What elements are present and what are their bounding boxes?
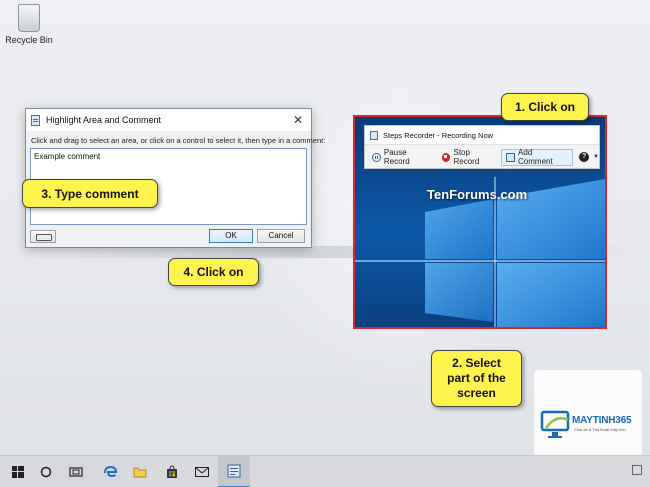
edge-taskbar-button[interactable]	[94, 456, 126, 487]
stop-record-label: Stop Record	[453, 148, 480, 166]
mail-taskbar-button[interactable]	[186, 456, 218, 487]
highlight-comment-dialog: Highlight Area and Comment ✕ Click and d…	[25, 108, 326, 248]
file-explorer-taskbar-button[interactable]	[124, 456, 156, 487]
pause-record-button[interactable]: Pause Record	[368, 148, 438, 166]
keyboard-icon[interactable]	[30, 229, 56, 243]
chevron-down-icon[interactable]: ▼	[593, 154, 599, 160]
callout-step-3: 3. Type comment	[22, 179, 158, 208]
cortana-button[interactable]	[30, 456, 62, 487]
stop-record-button[interactable]: Stop Record	[438, 148, 502, 166]
edge-icon	[104, 465, 117, 478]
steps-recorder-window: Steps Recorder - Recording Now Pause Rec…	[364, 125, 600, 169]
folder-icon	[133, 467, 147, 478]
steps-recorder-titlebar: Steps Recorder - Recording Now	[365, 126, 599, 144]
callout-step-4-text: 4. Click on	[183, 265, 244, 279]
add-comment-label: Add Comment	[518, 148, 553, 166]
monitor-logo-icon	[540, 410, 570, 438]
callout-step-2-line3: screen	[457, 386, 496, 400]
pause-record-label: Pause Record	[383, 148, 410, 166]
pause-icon	[372, 152, 381, 162]
system-tray	[632, 465, 642, 475]
cortana-circle-icon	[40, 466, 52, 478]
recycle-bin[interactable]: Recycle Bin	[4, 4, 54, 45]
help-icon[interactable]: ?	[579, 152, 590, 162]
steps-recorder-title: Steps Recorder - Recording Now	[383, 130, 494, 140]
dialog-footer: OK Cancel	[26, 225, 311, 247]
close-icon[interactable]: ✕	[285, 109, 311, 131]
dialog-instruction: Click and drag to select an area, or cli…	[31, 136, 326, 145]
callout-step-1-text: 1. Click on	[514, 100, 576, 114]
callout-step-2-line2: part of the	[447, 371, 506, 385]
tenforums-watermark: TenForums.com	[427, 187, 528, 202]
mail-icon	[195, 467, 209, 477]
steps-recorder-taskbar-icon	[227, 464, 241, 478]
store-taskbar-button[interactable]	[156, 456, 188, 487]
dialog-title: Highlight Area and Comment	[46, 115, 162, 125]
recycle-bin-icon	[18, 4, 40, 32]
stop-icon	[441, 152, 451, 162]
ok-button[interactable]: OK	[209, 229, 253, 243]
windows-start-icon	[12, 466, 24, 478]
store-bag-icon	[167, 465, 177, 478]
task-view-icon	[69, 467, 83, 477]
steps-recorder-taskbar-button[interactable]	[218, 456, 250, 487]
notification-icon[interactable]	[632, 465, 642, 475]
cancel-button[interactable]: Cancel	[257, 229, 305, 243]
steps-recorder-toolbar: Pause Record Stop Record Add Comment ? ▼	[365, 144, 599, 169]
callout-step-3-text: 3. Type comment	[41, 186, 139, 201]
logo-name: MAYTINH365	[572, 415, 632, 426]
taskbar	[0, 455, 650, 487]
callout-step-4: 4. Click on	[168, 258, 259, 286]
task-view-button[interactable]	[60, 456, 92, 487]
add-comment-button[interactable]: Add Comment	[501, 148, 574, 166]
selected-screen-region[interactable]: Steps Recorder - Recording Now Pause Rec…	[353, 115, 607, 329]
callout-step-2: 2. Select part of the screen	[431, 350, 522, 407]
steps-recorder-icon	[370, 130, 378, 140]
callout-step-1: 1. Click on	[501, 93, 589, 121]
maytinh365-logo: MAYTINH365 Chia sẻ & Thủ thuật Máy tính	[534, 370, 642, 466]
callout-step-2-line1: 2. Select	[452, 356, 501, 370]
comment-icon	[506, 152, 516, 162]
logo-tagline: Chia sẻ & Thủ thuật Máy tính	[574, 427, 626, 432]
steps-recorder-icon	[31, 114, 40, 126]
dialog-titlebar: Highlight Area and Comment ✕	[26, 109, 311, 131]
recycle-bin-label: Recycle Bin	[5, 35, 53, 45]
